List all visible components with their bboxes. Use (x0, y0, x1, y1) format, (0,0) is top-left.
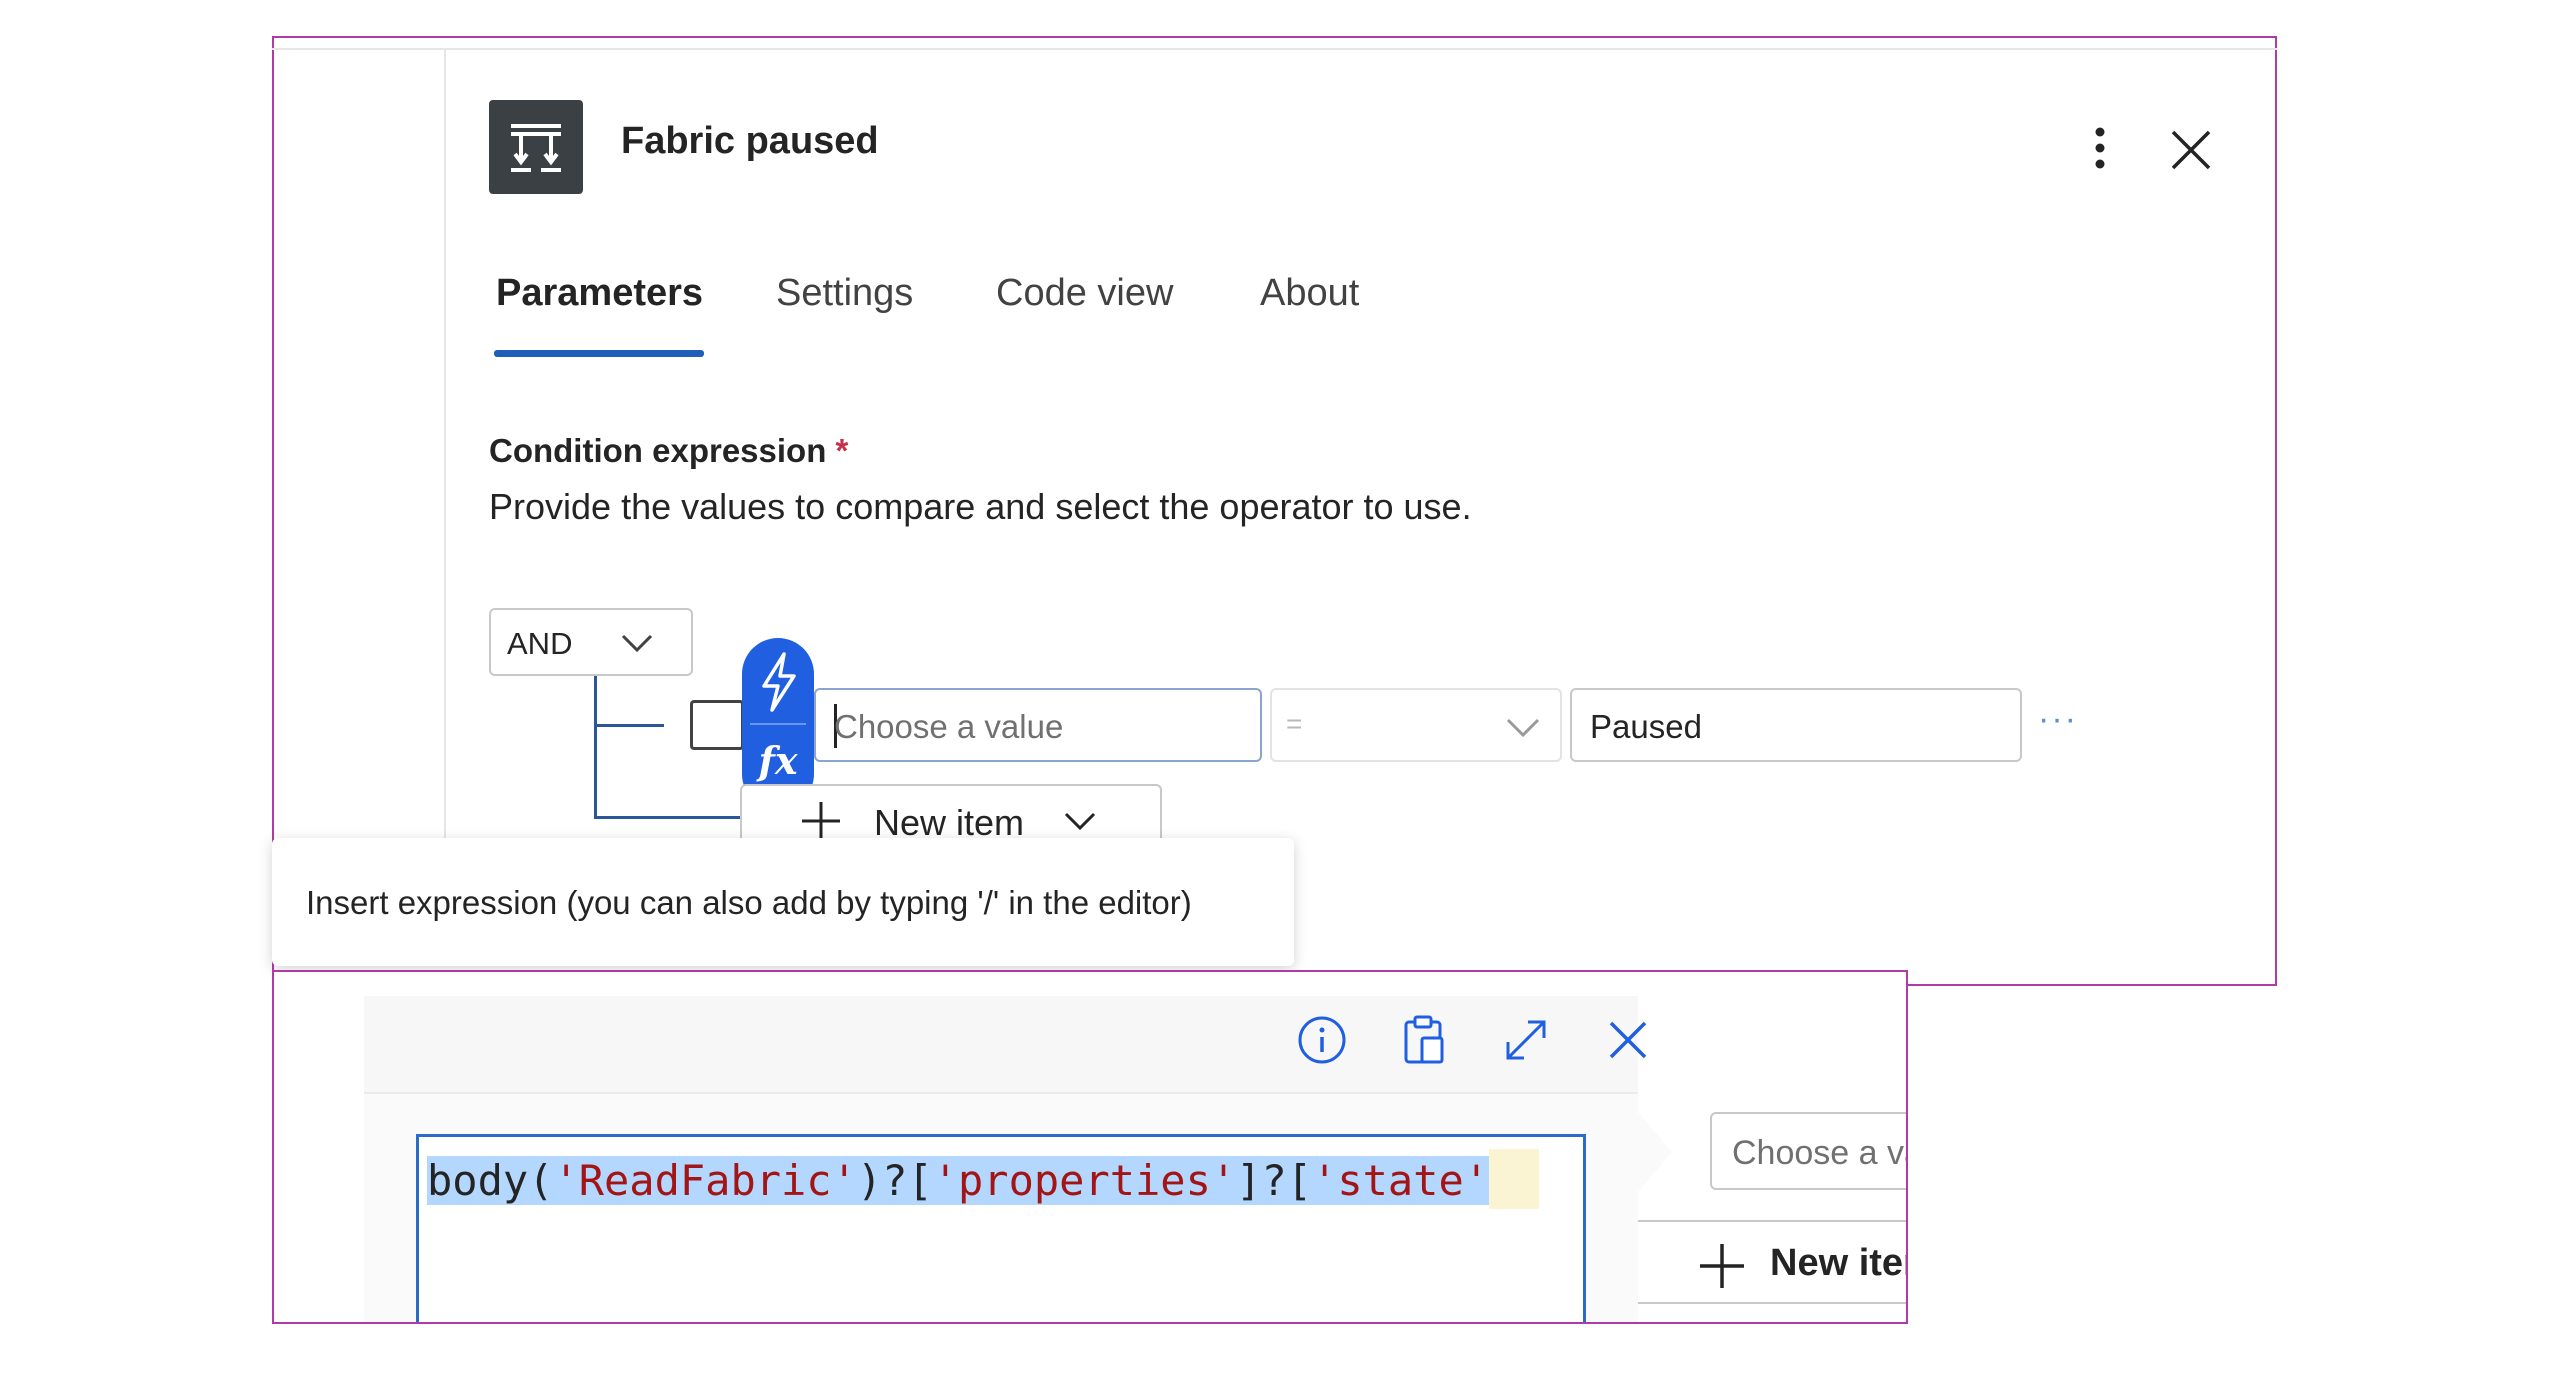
condition-description: Provide the values to compare and select… (489, 486, 1472, 527)
expression-editor-panel: body('ReadFabric')?['properties']?['stat… (272, 970, 1908, 1324)
tab-settings[interactable]: Settings (776, 272, 913, 315)
operator-dropdown[interactable]: = (1270, 688, 1562, 762)
background-new-item-label: New item (1770, 1242, 1906, 1284)
fx-icon: fx (758, 738, 798, 783)
panel-top-divider (272, 48, 2277, 50)
plus-icon (1700, 1244, 1744, 1288)
left-operand-input[interactable]: Choose a value (814, 688, 1262, 762)
row-more-options[interactable]: ··· (2038, 700, 2078, 739)
active-tab-indicator (494, 350, 704, 357)
right-operand-input[interactable]: Paused (1570, 688, 2022, 762)
panel-left-divider (444, 48, 446, 838)
info-button[interactable] (1292, 1010, 1352, 1070)
callout-arrow (1638, 1112, 1672, 1192)
code-token: ]?[ (1236, 1156, 1313, 1205)
more-options-button[interactable] (2080, 122, 2120, 178)
expression-line: body('ReadFabric')?['properties']?['stat… (427, 1149, 1540, 1213)
dynamic-content-button[interactable] (742, 638, 814, 724)
group-operator-dropdown[interactable]: AND (489, 608, 693, 676)
condition-label-text: Condition expression (489, 432, 827, 469)
tab-parameters[interactable]: Parameters (496, 272, 703, 315)
row-checkbox[interactable] (690, 700, 744, 750)
close-panel-button[interactable] (2163, 122, 2219, 178)
code-token: body( (427, 1156, 554, 1205)
tab-code-view[interactable]: Code view (996, 272, 1173, 315)
expression-code-editor[interactable]: body('ReadFabric')?['properties']?['stat… (416, 1134, 1586, 1322)
action-title[interactable]: Fabric paused (621, 120, 879, 163)
info-icon (1298, 1016, 1346, 1064)
right-operand-value: Paused (1590, 708, 1702, 745)
background-choose-value-placeholder: Choose a value (1732, 1134, 1906, 1172)
tree-connector-row (594, 724, 664, 727)
expand-icon (1506, 1020, 1546, 1060)
code-token: 'properties' (932, 1156, 1237, 1205)
left-operand-placeholder: Choose a value (834, 708, 1064, 745)
insert-expression-tooltip: Insert expression (you can also add by t… (272, 838, 1294, 966)
paste-button[interactable] (1394, 1010, 1454, 1070)
lightning-icon (762, 652, 796, 712)
paste-icon (1404, 1015, 1444, 1064)
code-token: 'ReadFabric' (553, 1156, 857, 1205)
chevron-down-icon (1506, 718, 1540, 738)
operator-value: = (1286, 708, 1303, 739)
tree-connector-vertical (594, 676, 597, 818)
group-operator-value: AND (507, 626, 573, 661)
cursor-line-highlight (1489, 1149, 1540, 1209)
chevron-down-icon (621, 634, 653, 653)
background-choose-value-input[interactable]: Choose a value (1710, 1112, 1906, 1190)
expression-editor-toolbar (364, 996, 1647, 1094)
tooltip-text: Insert expression (you can also add by t… (306, 884, 1192, 921)
code-token: )?[ (856, 1156, 933, 1205)
condition-icon (489, 100, 583, 194)
chevron-down-icon (1064, 812, 1096, 831)
close-icon (2171, 130, 2211, 170)
close-editor-button[interactable] (1598, 1010, 1658, 1070)
expand-button[interactable] (1496, 1010, 1556, 1070)
new-item-button[interactable]: New item (740, 784, 1162, 844)
close-icon (1609, 1021, 1647, 1059)
tab-about[interactable]: About (1260, 272, 1359, 315)
required-marker: * (835, 432, 849, 469)
background-new-item-button[interactable]: New item (1638, 1220, 1906, 1304)
more-vertical-icon (2095, 127, 2105, 169)
condition-expression-label: Condition expression * (489, 432, 848, 470)
tree-connector-new-item (594, 816, 742, 819)
code-token: 'state' (1312, 1156, 1490, 1205)
